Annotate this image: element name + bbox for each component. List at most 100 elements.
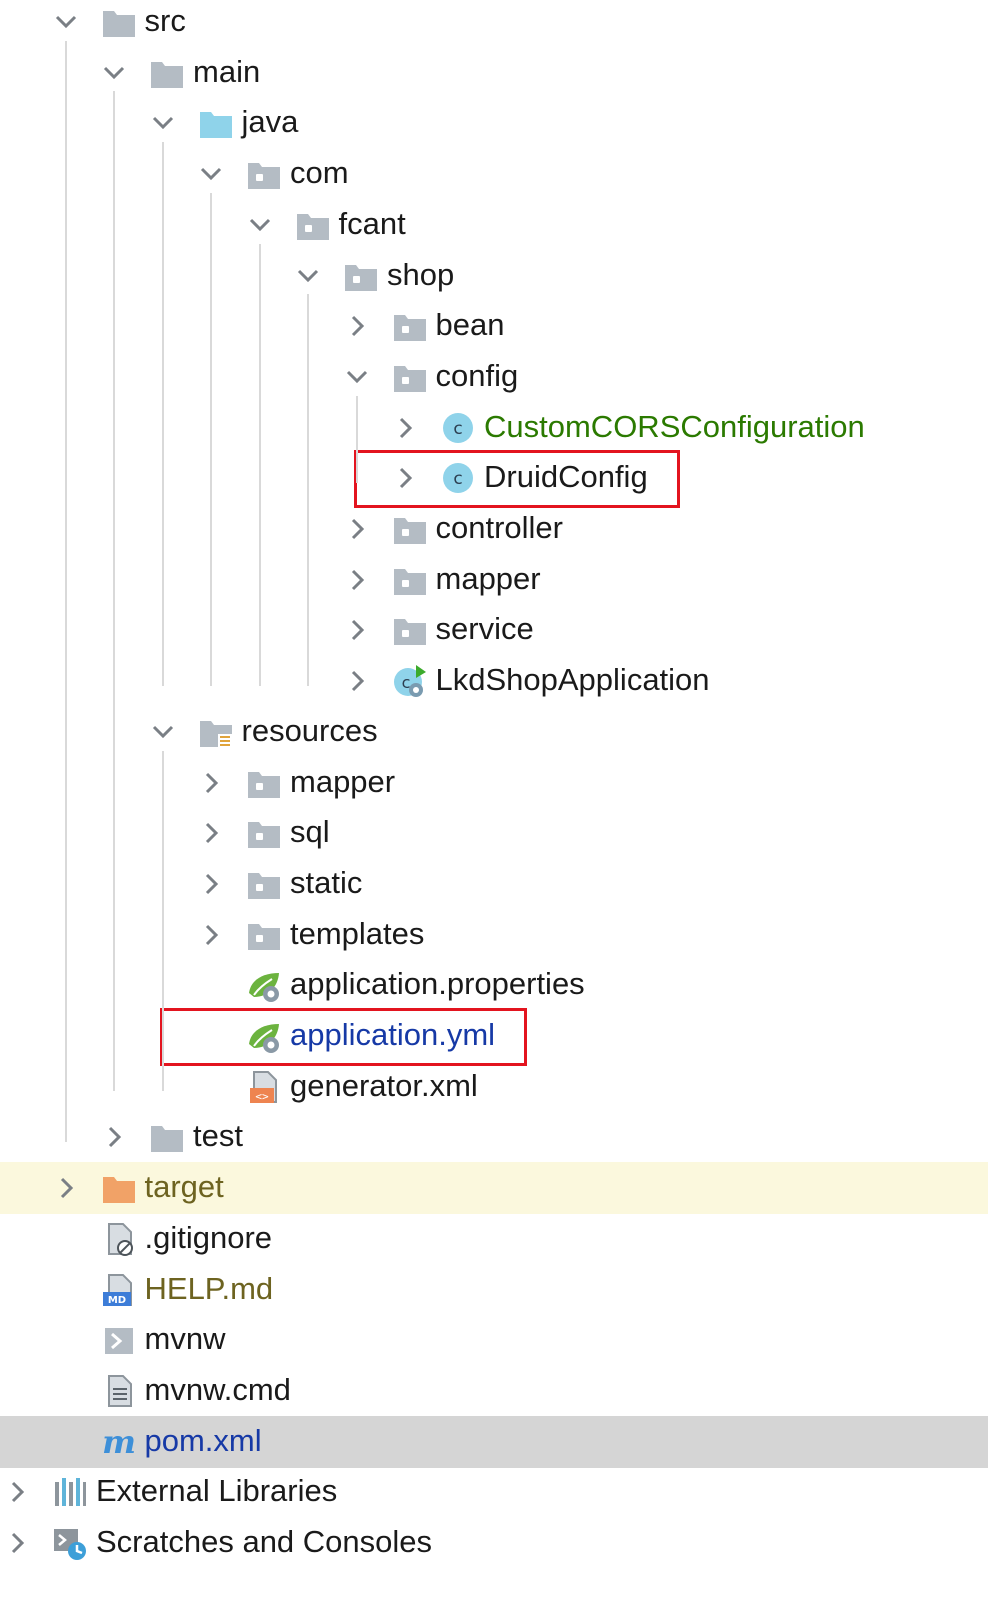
tree-node-generator-xml[interactable]: <> generator.xml [0,1061,988,1113]
folder-icon [149,1119,185,1155]
tree-node-label: static [290,864,363,900]
tree-node-label: application.properties [290,966,585,1002]
tree-node-java[interactable]: java [0,97,988,149]
tree-node-gitignore[interactable]: .gitignore [0,1213,988,1265]
tree-node-label: com [290,155,349,191]
tree-node-label: generator.xml [290,1067,478,1103]
excluded-folder-icon [101,1170,137,1206]
chevron-down-icon[interactable] [148,717,178,747]
tree-node-target[interactable]: target [0,1162,988,1215]
tree-node-label: fcant [338,205,406,241]
package-icon [392,612,428,648]
tree-node-mapper[interactable]: mapper [0,554,988,606]
chevron-right-icon[interactable] [2,1528,32,1558]
chevron-right-icon[interactable] [390,413,420,443]
tree-node-mapper[interactable]: mapper [0,757,988,809]
tree-node-mvnw-cmd[interactable]: mvnw.cmd [0,1365,988,1417]
chevron-down-icon[interactable] [293,261,323,291]
chevron-right-icon[interactable] [342,311,372,341]
tree-node-label: External Libraries [96,1473,338,1509]
indent-guide [210,192,212,686]
indent-guide [161,750,164,1092]
folder-icon [101,4,137,40]
tree-node-label: mvnw [144,1321,226,1357]
chevron-down-icon[interactable] [245,210,275,240]
tree-node-customcorsconfiguration[interactable]: c CustomCORSConfiguration [0,402,988,454]
chevron-right-icon[interactable] [196,869,226,899]
tree-node-application-properties[interactable]: application.properties [0,959,988,1011]
tree-node-lkdshopapplication[interactable]: c LkdShopApplication [0,655,988,707]
tree-node-label: LkdShopApplication [435,662,710,698]
tree-node-external-libraries[interactable]: External Libraries [0,1466,988,1518]
indent-guide [355,395,358,483]
chevron-right-icon[interactable] [196,768,226,798]
tree-node-help-md[interactable]: MD HELP.md [0,1264,988,1316]
chevron-right-icon[interactable] [196,818,226,848]
chevron-right-icon[interactable] [342,666,372,696]
tree-node-label: target [144,1169,224,1205]
package-icon [246,917,282,953]
indent-guide [258,243,261,686]
tree-node-label: shop [387,256,455,292]
package-icon [392,308,428,344]
chevron-right-icon[interactable] [51,1173,81,1203]
tree-node-label: templates [290,915,425,951]
package-icon [246,815,282,851]
maven-icon: m [101,1424,137,1460]
tree-node-bean[interactable]: bean [0,300,988,352]
chevron-right-icon[interactable] [196,920,226,950]
tree-node-label: mapper [435,560,541,596]
indent-guide [113,91,115,1092]
tree-node-label: main [193,53,261,89]
tree-node-main[interactable]: main [0,47,988,99]
text-file-icon [101,1373,137,1409]
indent-guide [161,142,164,686]
spring-boot-class-icon: c [392,663,428,699]
tree-node-resources[interactable]: resources [0,706,988,758]
tree-node-label: Scratches and Consoles [96,1524,433,1559]
chevron-down-icon[interactable] [51,7,81,37]
tree-node-fcant[interactable]: fcant [0,199,988,251]
tree-node-label: bean [435,307,505,343]
tree-node-templates[interactable]: templates [0,909,988,961]
tree-node-com[interactable]: com [0,148,988,200]
resources-folder-icon [198,714,234,750]
tree-node-scratches-and-consoles[interactable]: Scratches and Consoles [0,1517,988,1569]
chevron-right-icon[interactable] [342,615,372,645]
chevron-down-icon[interactable] [196,159,226,189]
tree-node-label: mapper [290,763,396,799]
tree-node-controller[interactable]: controller [0,503,988,555]
chevron-right-icon[interactable] [2,1477,32,1507]
chevron-right-icon[interactable] [342,565,372,595]
tree-node-mvnw[interactable]: mvnw [0,1314,988,1366]
chevron-down-icon[interactable] [342,362,372,392]
tree-node-pom-xml[interactable]: m pom.xml [0,1415,988,1468]
libraries-icon [52,1474,88,1510]
tree-node-test[interactable]: test [0,1111,988,1163]
tree-node-src[interactable]: src [0,0,988,48]
tree-node-label: mvnw.cmd [144,1371,291,1407]
tree-node-label: sql [290,814,330,850]
folder-icon [149,55,185,91]
svg-text:<>: <> [255,1090,269,1103]
tree-node-label: controller [435,510,564,545]
tree-node-config[interactable]: config [0,351,988,403]
tree-node-label: test [193,1118,243,1154]
script-file-icon [101,1322,137,1358]
chevron-down-icon[interactable] [99,58,129,88]
indent-guide [64,40,67,1143]
tree-node-label: config [435,357,519,393]
tree-node-static[interactable]: static [0,858,988,910]
highlight-box [354,450,680,509]
package-icon [246,156,282,192]
tree-node-label: HELP.md [144,1270,274,1306]
chevron-down-icon[interactable] [148,108,178,138]
chevron-right-icon[interactable] [342,514,372,544]
tree-node-label: resources [241,712,378,748]
chevron-right-icon[interactable] [99,1122,129,1152]
source-folder-icon [198,105,234,141]
tree-node-shop[interactable]: shop [0,250,988,302]
tree-node-sql[interactable]: sql [0,807,988,859]
tree-node-service[interactable]: service [0,604,988,656]
package-icon [392,359,428,395]
